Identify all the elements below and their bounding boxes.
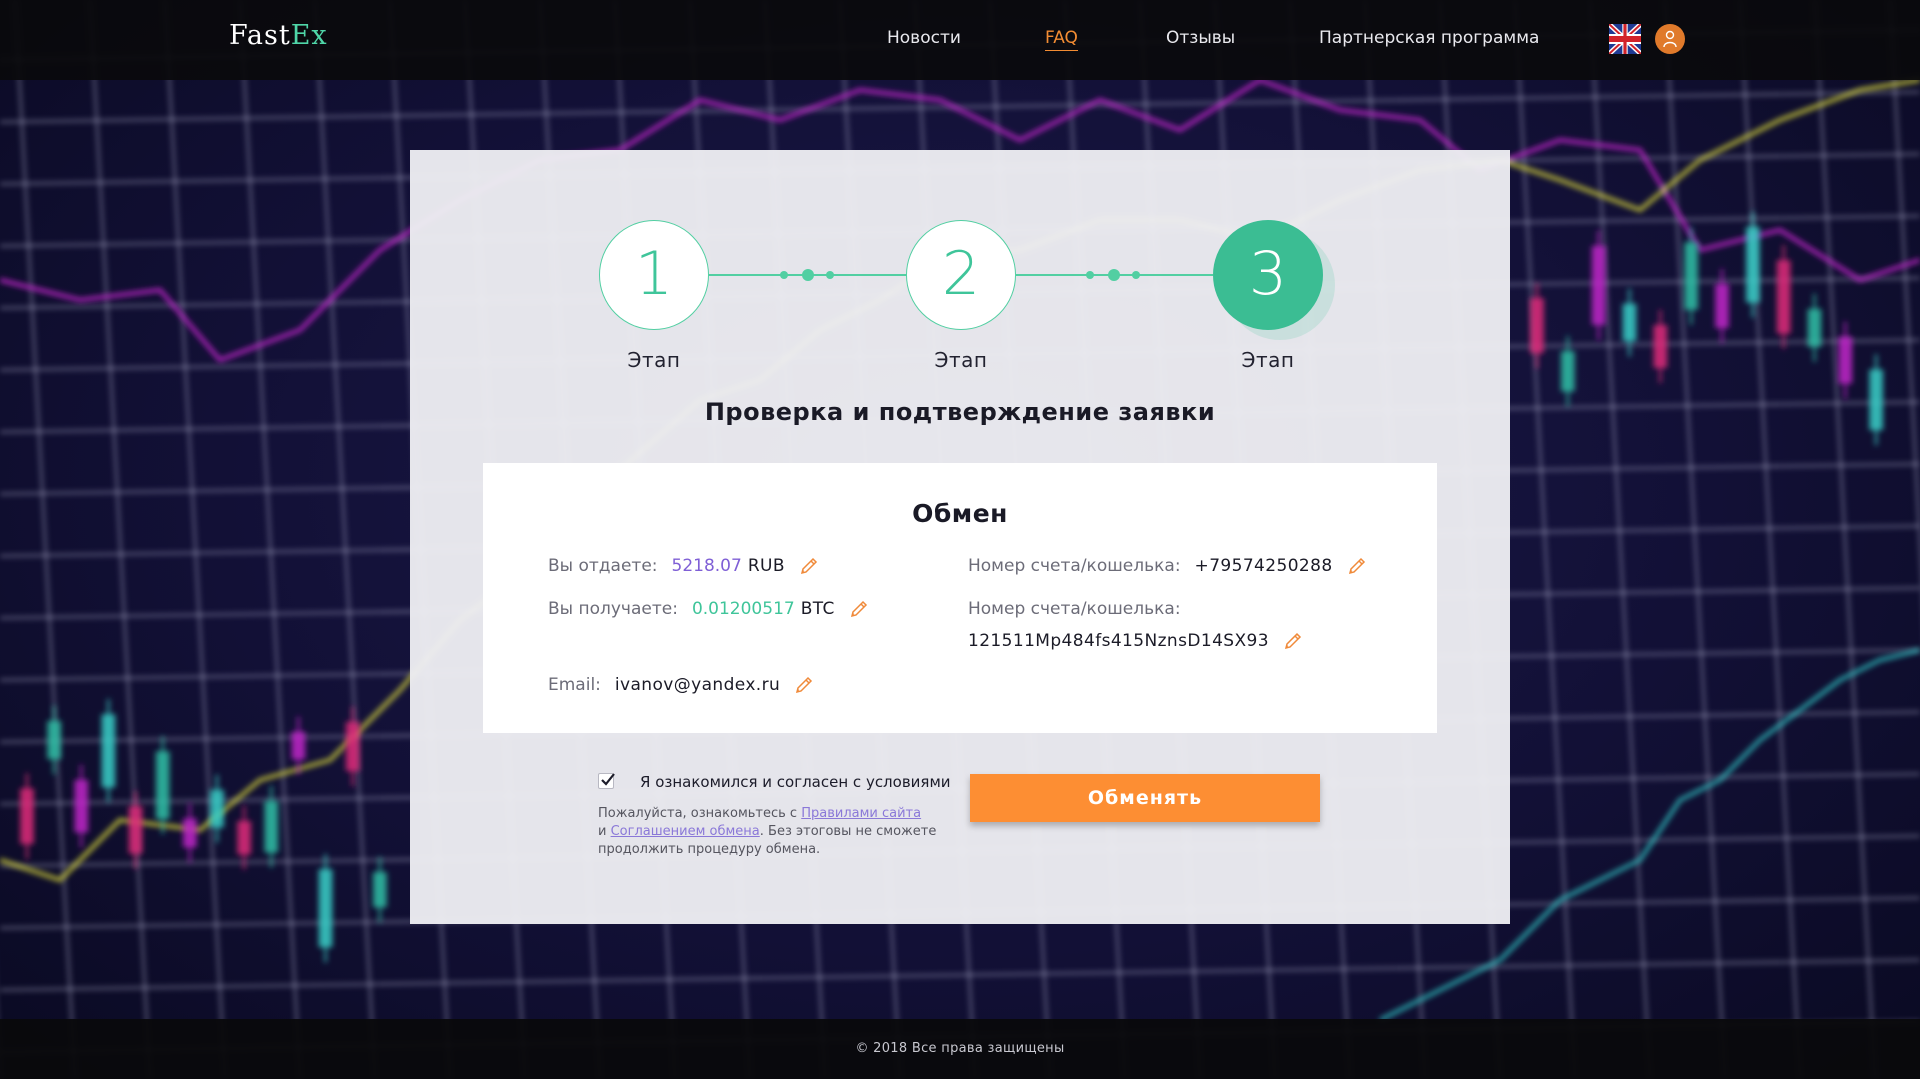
account-label-2: Номер счета/кошелька: [968,599,1181,619]
nav-reviews[interactable]: Отзывы [1166,28,1235,48]
receive-label: Вы получаете: [548,599,678,619]
account-row-2: 121511Mp484fs415NznsD14SX93 [968,631,1303,651]
page-title: Проверка и подтверждение заявки [704,398,1216,426]
connector-dot [1132,271,1140,279]
give-amount: 5218.07 [671,556,742,576]
account-label-1: Номер счета/кошелька: [968,556,1181,576]
connector-dot [1108,269,1120,281]
checkmark-icon [601,773,615,786]
connector-dot [780,271,788,279]
agree-checkbox[interactable] [598,773,615,789]
nav-news[interactable]: Новости [887,28,961,48]
step-3-circle: 3 [1213,220,1323,330]
agreement-notice: Пожалуйста, ознакомьтесь с Правилами сай… [598,805,958,859]
site-rules-link[interactable]: Правилами сайта [801,806,921,821]
footer: © 2018 Все права защищены [0,1019,1920,1079]
step-2-label: Этап [934,348,988,372]
account-value-1: +79574250288 [1194,556,1333,576]
give-label: Вы отдаете: [548,556,658,576]
pencil-icon[interactable] [1283,631,1303,651]
account-row-2-label: Номер счета/кошелька: [968,599,1195,619]
exchange-title: Обмен [912,499,1008,528]
notice-text-1: Пожалуйста, ознакомьтесь с [598,806,802,821]
exchange-card: 1 Этап 2 Этап 3 Этап Проверка и подтверж… [410,150,1510,924]
receive-row: Вы получаете: 0.01200517 BTC [548,599,869,619]
pencil-icon[interactable] [799,556,819,576]
uk-flag-icon[interactable] [1608,21,1642,57]
copyright: © 2018 Все права защищены [855,1041,1065,1056]
step-2-circle: 2 [906,220,1016,330]
step-3-label: Этап [1241,348,1295,372]
exchange-submit-button[interactable]: Обменять [970,774,1320,822]
receive-currency: BTC [800,599,835,619]
connector-dot [802,269,814,281]
nav-faq[interactable]: FAQ [1045,28,1078,51]
receive-amount: 0.01200517 [691,599,795,619]
email-label: Email: [548,675,601,695]
step-3: 3 Этап [1213,220,1323,372]
email-row: Email: ivanov@yandex.ru [548,675,814,695]
pencil-icon[interactable] [849,599,869,619]
step-1: 1 Этап [599,220,709,372]
step-2: 2 Этап [906,220,1016,372]
top-header: FastEx Новости FAQ Отзывы Партнерская пр… [0,0,1920,80]
exchange-agreement-link[interactable]: Соглашением обмена [611,824,760,839]
exchange-details-panel: Обмен Вы отдаете: 5218.07 RUB Вы получае… [483,463,1437,733]
user-icon[interactable] [1655,24,1685,54]
pencil-icon[interactable] [1347,556,1367,576]
pencil-icon[interactable] [794,675,814,695]
connector-dot [826,271,834,279]
email-value: ivanov@yandex.ru [614,675,781,695]
account-value-2: 121511Mp484fs415NznsD14SX93 [968,631,1269,651]
give-currency: RUB [747,556,785,576]
connector-dot [1086,271,1094,279]
agree-label[interactable]: Я ознакомился и согласен с условиями [640,773,951,791]
account-row-1: Номер счета/кошелька: +79574250288 [968,556,1367,576]
step-1-circle: 1 [599,220,709,330]
give-row: Вы отдаете: 5218.07 RUB [548,556,819,576]
notice-text-and: и [598,824,611,839]
step-1-label: Этап [627,348,681,372]
nav-partner-program[interactable]: Партнерская программа [1319,28,1539,48]
